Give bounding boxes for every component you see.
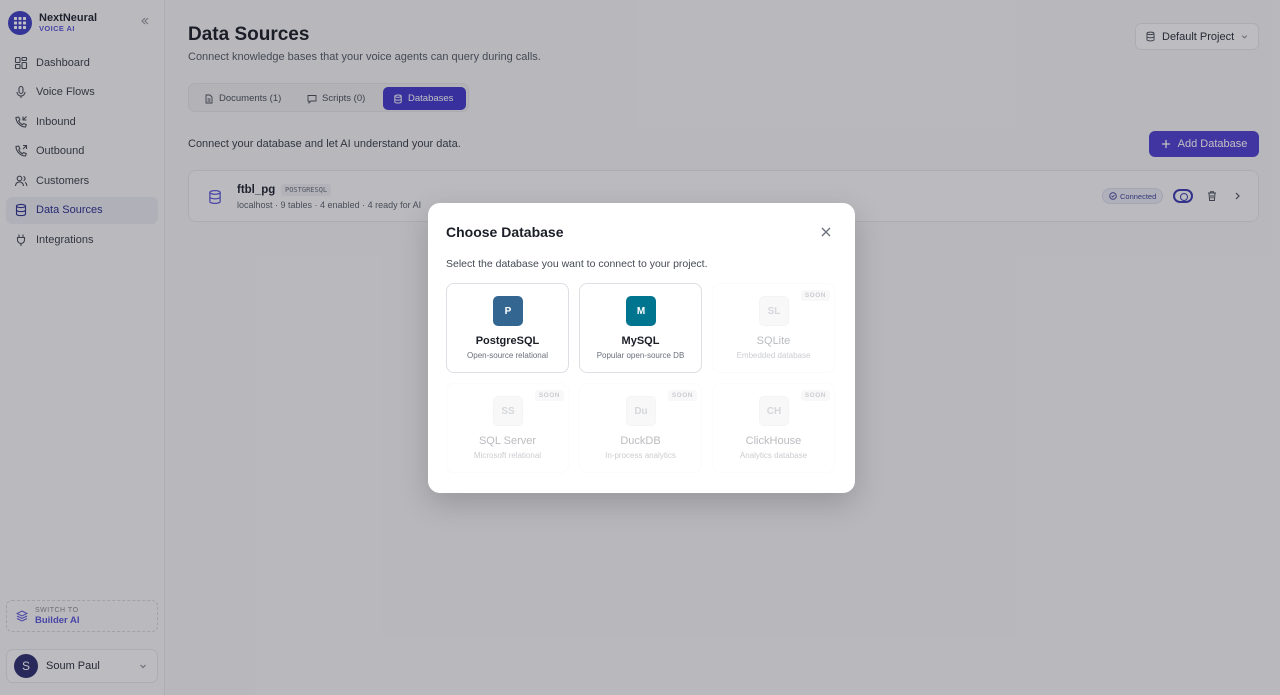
soon-badge: SOON (800, 290, 830, 301)
soon-badge: SOON (800, 390, 830, 401)
database-option-duckdb: SOON Du DuckDB In-process analytics (579, 383, 702, 473)
sql-server-logo-icon: SS (493, 396, 523, 426)
duckdb-logo-icon: Du (626, 396, 656, 426)
option-name: SQLite (756, 335, 791, 347)
option-description: Analytics database (739, 451, 808, 460)
option-description: Popular open-source DB (596, 351, 685, 360)
database-option-mysql[interactable]: M MySQL Popular open-source DB (579, 283, 702, 373)
postgresql-logo-icon: P (493, 296, 523, 326)
option-description: Open-source relational (467, 351, 548, 360)
choose-database-modal: Choose Database Select the database you … (428, 203, 855, 493)
database-option-sql-server: SOON SS SQL Server Microsoft relational (446, 383, 569, 473)
clickhouse-logo-icon: CH (759, 396, 789, 426)
close-icon[interactable] (819, 225, 833, 239)
option-description: Embedded database (736, 351, 811, 360)
database-option-postgresql[interactable]: P PostgreSQL Open-source relational (446, 283, 569, 373)
sqlite-logo-icon: SL (759, 296, 789, 326)
option-name: SQL Server (478, 435, 537, 447)
option-description: Microsoft relational (473, 451, 542, 460)
soon-badge: SOON (534, 390, 564, 401)
option-name: ClickHouse (745, 435, 802, 447)
mysql-logo-icon: M (626, 296, 656, 326)
database-option-sqlite: SOON SL SQLite Embedded database (712, 283, 835, 373)
modal-subtitle: Select the database you want to connect … (446, 258, 708, 270)
database-option-clickhouse: SOON CH ClickHouse Analytics database (712, 383, 835, 473)
modal-title: Choose Database (446, 224, 564, 240)
soon-badge: SOON (667, 390, 697, 401)
option-name: MySQL (621, 335, 660, 347)
option-name: DuckDB (620, 435, 661, 447)
option-name: PostgreSQL (475, 335, 540, 347)
option-description: In-process analytics (605, 451, 676, 460)
